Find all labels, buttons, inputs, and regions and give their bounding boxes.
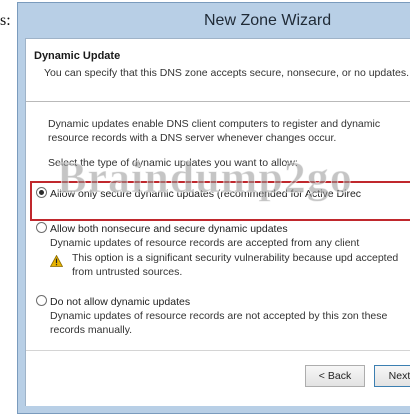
warning-triangle-icon [50, 255, 63, 267]
option-description: Dynamic updates of resource records are … [50, 310, 388, 336]
select-prompt: Select the type of dynamic updates you w… [48, 157, 298, 169]
wizard-client-area: Dynamic Update You can specify that this… [25, 38, 410, 406]
radio-option-no-updates[interactable]: Do not allow dynamic updates [36, 295, 190, 309]
edge-text: s: [0, 12, 11, 29]
security-warning-text: This option is a significant security vu… [72, 252, 399, 278]
intro-line-1: Dynamic updates enable DNS client comput… [48, 118, 381, 130]
radio-option-secure-only[interactable]: Allow only secure dynamic updates (recom… [36, 187, 361, 201]
next-button[interactable]: Next > [374, 365, 410, 387]
back-button[interactable]: < Back [305, 365, 365, 387]
radio-option-nonsecure-and-secure[interactable]: Allow both nonsecure and secure dynamic … [36, 222, 288, 236]
wizard-footer: < Back Next > [26, 350, 410, 406]
window-title: New Zone Wizard [204, 12, 332, 29]
radio-button[interactable] [36, 295, 47, 306]
option-label[interactable]: Allow both nonsecure and secure dynamic … [50, 223, 288, 235]
page-description: You can specify that this DNS zone accep… [44, 67, 409, 79]
option-label[interactable]: Do not allow dynamic updates [50, 296, 190, 308]
radio-button[interactable] [36, 222, 47, 233]
radio-button-checked[interactable] [36, 187, 47, 198]
title-bar[interactable]: New Zone Wizard [18, 3, 410, 38]
option-description: Dynamic updates of resource records are … [50, 237, 360, 249]
page-title: Dynamic Update [34, 50, 121, 62]
new-zone-wizard-window: New Zone Wizard Dynamic Update You can s… [17, 2, 410, 414]
intro-line-2: resource records with a DNS server whene… [48, 132, 337, 144]
intro-text: Dynamic updates enable DNS client comput… [48, 117, 380, 145]
wizard-header: Dynamic Update You can specify that this… [26, 39, 410, 102]
option-label[interactable]: Allow only secure dynamic updates (recom… [50, 188, 361, 200]
